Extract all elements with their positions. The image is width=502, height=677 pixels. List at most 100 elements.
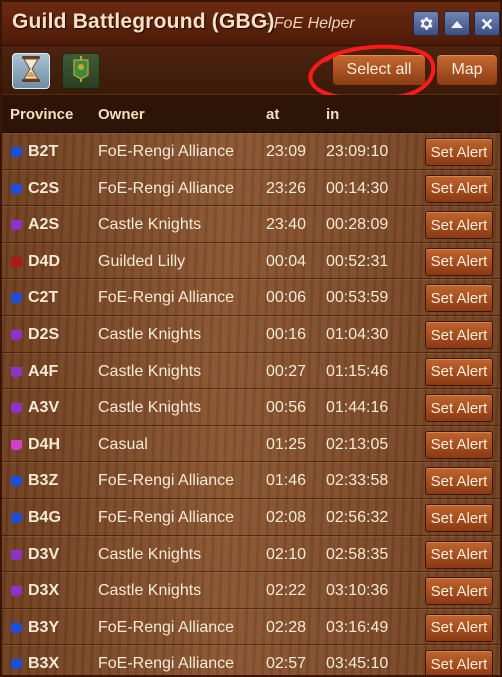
province-flag-icon bbox=[11, 622, 22, 634]
owner-name: Casual bbox=[98, 435, 148, 453]
table-row: C2T FoE-Rengi Alliance 00:06 00:53:59 Set Al… bbox=[2, 279, 500, 316]
province-code: C2S bbox=[28, 179, 60, 197]
owner-name: Castle Knights bbox=[98, 362, 202, 380]
at-time: 00:27 bbox=[266, 362, 307, 380]
at-time: 01:25 bbox=[266, 435, 307, 453]
province-code: C2T bbox=[28, 289, 59, 307]
map-button[interactable]: Map bbox=[436, 54, 498, 86]
close-icon bbox=[481, 18, 493, 30]
province-code: A4F bbox=[28, 362, 59, 380]
at-time: 00:06 bbox=[266, 289, 307, 307]
set-alert-button[interactable]: Set Alert bbox=[425, 540, 493, 569]
header-owner[interactable]: Owner bbox=[98, 106, 145, 123]
in-countdown: 03:45:10 bbox=[326, 655, 389, 673]
table-header: Province Owner at in bbox=[2, 95, 500, 133]
owner-name: FoE-Rengi Alliance bbox=[98, 143, 235, 160]
tab-timers[interactable] bbox=[12, 53, 50, 89]
table-row: D3V Castle Knights 02:10 02:58:35 Set Alert bbox=[2, 535, 500, 573]
set-alert-button[interactable]: Set Alert bbox=[425, 321, 493, 349]
select-all-button[interactable]: Select all bbox=[332, 54, 426, 86]
set-alert-button[interactable]: Set Alert bbox=[425, 650, 493, 675]
owner-name: FoE-Rengi Alliance bbox=[98, 472, 235, 490]
owner-name: Castle Knights bbox=[98, 545, 202, 563]
toolbar: Select all Map bbox=[2, 46, 500, 94]
close-button[interactable] bbox=[474, 11, 500, 36]
in-countdown: 00:14:30 bbox=[326, 179, 389, 197]
window-title: Guild Battleground (GBG) bbox=[12, 10, 275, 33]
header-in[interactable]: in bbox=[326, 106, 339, 123]
province-code: D3X bbox=[28, 582, 60, 600]
title-bar[interactable]: Guild Battleground (GBG) - FoE Helper bbox=[2, 2, 500, 46]
header-at[interactable]: at bbox=[266, 106, 279, 123]
banner-icon bbox=[71, 55, 91, 88]
owner-name: Castle Knights bbox=[98, 582, 202, 600]
in-countdown: 01:15:46 bbox=[326, 362, 389, 380]
province-flag-icon bbox=[11, 183, 22, 194]
table-row: B4G FoE-Rengi Alliance 02:08 02:56:32 Set Al… bbox=[2, 499, 500, 536]
province-flag-icon bbox=[11, 549, 22, 560]
set-alert-button[interactable]: Set Alert bbox=[425, 504, 493, 532]
in-countdown: 02:33:58 bbox=[326, 472, 389, 490]
province-flag-icon bbox=[11, 586, 22, 597]
set-alert-button[interactable]: Set Alert bbox=[425, 174, 493, 203]
set-alert-button[interactable]: Set Alert bbox=[425, 138, 493, 166]
at-time: 01:46 bbox=[266, 472, 307, 490]
set-alert-button[interactable]: Set Alert bbox=[425, 357, 493, 386]
in-countdown: 00:52:31 bbox=[326, 252, 389, 270]
province-flag-icon bbox=[11, 513, 22, 524]
window-subtitle: - FoE Helper bbox=[264, 15, 355, 32]
province-flag-icon bbox=[11, 659, 22, 670]
set-alert-button[interactable]: Set Alert bbox=[425, 577, 493, 606]
set-alert-button[interactable]: Set Alert bbox=[425, 211, 493, 240]
owner-name: FoE-Rengi Alliance bbox=[98, 289, 235, 307]
set-alert-button[interactable]: Set Alert bbox=[425, 467, 493, 496]
owner-name: Castle Knights bbox=[98, 399, 202, 417]
gear-icon bbox=[418, 15, 435, 32]
set-alert-button[interactable]: Set Alert bbox=[425, 394, 493, 423]
table-row: A4F Castle Knights 00:27 01:15:46 Set Alert bbox=[2, 352, 500, 390]
province-flag-icon bbox=[11, 220, 22, 231]
set-alert-button[interactable]: Set Alert bbox=[425, 430, 493, 459]
table-row: C2S FoE-Rengi Alliance 23:26 00:14:30 Set Al… bbox=[2, 169, 500, 207]
tab-banner[interactable] bbox=[62, 53, 100, 89]
at-time: 00:16 bbox=[266, 326, 307, 343]
table-row: D4H Casual 01:25 02:13:05 Set Alert bbox=[2, 425, 500, 463]
set-alert-button[interactable]: Set Alert bbox=[425, 247, 493, 276]
province-code: B4G bbox=[28, 509, 61, 526]
header-province[interactable]: Province bbox=[10, 106, 73, 123]
owner-name: FoE-Rengi Alliance bbox=[98, 655, 235, 673]
province-flag-icon bbox=[11, 366, 22, 377]
table-row: B3Z FoE-Rengi Alliance 01:46 02:33:58 Set Al… bbox=[2, 462, 500, 499]
at-time: 02:10 bbox=[266, 545, 307, 563]
at-time: 00:04 bbox=[266, 252, 307, 270]
in-countdown: 02:13:05 bbox=[326, 435, 389, 453]
owner-name: FoE-Rengi Alliance bbox=[98, 618, 235, 636]
table-row: B3X FoE-Rengi Alliance 02:57 03:45:10 Set Al… bbox=[2, 645, 500, 675]
table-row: B3Y FoE-Rengi Alliance 02:28 03:16:49 Set Al… bbox=[2, 608, 500, 646]
in-countdown: 02:58:35 bbox=[326, 545, 389, 563]
province-code: A3V bbox=[28, 399, 60, 417]
owner-name: Castle Knights bbox=[98, 216, 202, 234]
in-countdown: 23:09:10 bbox=[326, 143, 389, 160]
in-countdown: 01:44:16 bbox=[326, 399, 389, 417]
settings-button[interactable] bbox=[413, 11, 439, 36]
table-row: D4D Guilded Lilly 00:04 00:52:31 Set Alert bbox=[2, 242, 500, 280]
province-flag-icon bbox=[11, 476, 22, 487]
province-code: B3X bbox=[28, 655, 60, 673]
province-flag-icon bbox=[11, 403, 22, 414]
minimize-button[interactable] bbox=[444, 11, 470, 36]
at-time: 00:56 bbox=[266, 399, 307, 417]
at-time: 02:28 bbox=[266, 618, 307, 636]
province-flag-icon bbox=[11, 293, 22, 304]
in-countdown: 02:56:32 bbox=[326, 509, 389, 526]
province-code: D3V bbox=[28, 545, 60, 563]
set-alert-button[interactable]: Set Alert bbox=[425, 613, 493, 642]
province-code: B3Y bbox=[28, 618, 60, 636]
province-flag-icon bbox=[11, 147, 22, 158]
set-alert-button[interactable]: Set Alert bbox=[425, 284, 493, 313]
at-time: 02:08 bbox=[266, 509, 307, 526]
province-flag-icon bbox=[11, 256, 22, 268]
province-code: D4D bbox=[28, 252, 61, 270]
province-flag-icon bbox=[11, 439, 22, 451]
at-time: 02:22 bbox=[266, 582, 307, 600]
